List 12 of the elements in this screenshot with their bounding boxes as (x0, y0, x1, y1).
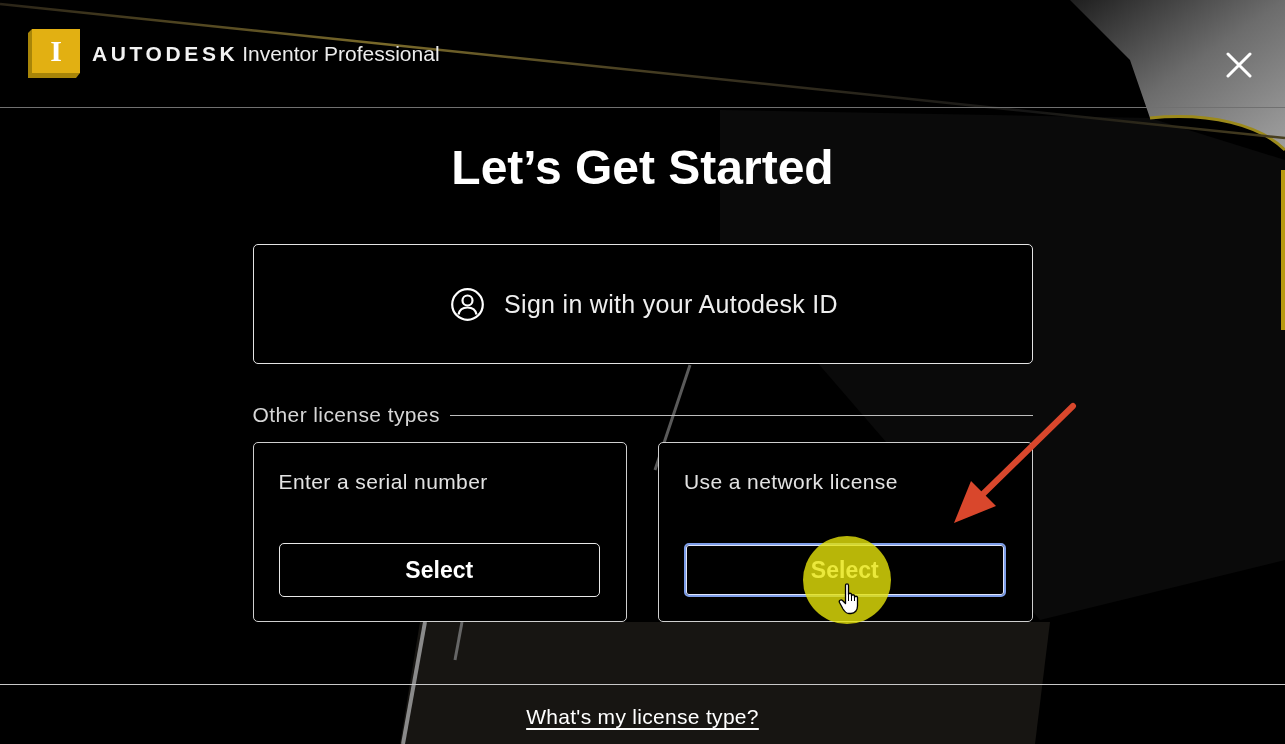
product-logo: I (28, 29, 80, 78)
brand-name: AUTODESK (92, 41, 239, 66)
option-label: Enter a serial number (278, 469, 488, 495)
user-icon (451, 287, 485, 321)
select-button[interactable]: Select (278, 543, 600, 597)
option-label: Use a network license (684, 469, 898, 495)
page-title: Let’s Get Started (451, 140, 834, 196)
product-name: Inventor Professional (242, 41, 440, 66)
close-icon (1226, 51, 1252, 78)
close-button[interactable] (1226, 51, 1252, 78)
section-label: Other license types (252, 403, 440, 427)
sign-in-button[interactable]: Sign in with your Autodesk ID (252, 244, 1033, 364)
